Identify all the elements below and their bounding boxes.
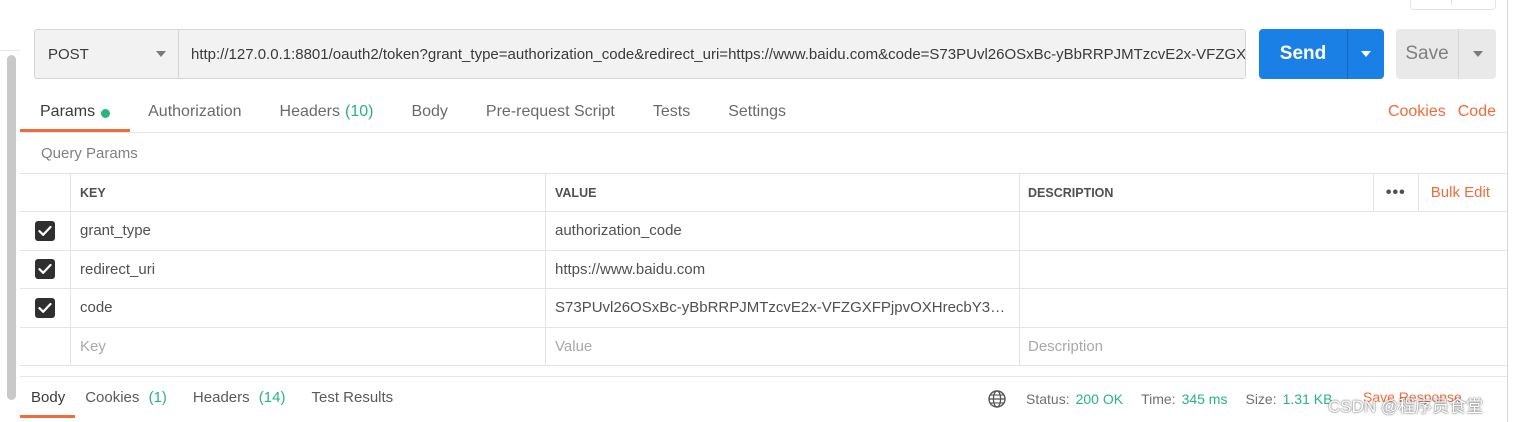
column-header-description: DESCRIPTION ••• Bulk Edit [1020,174,1507,211]
method-select[interactable]: POST [35,30,179,78]
param-value-text: authorization_code [555,222,682,240]
table-row-empty: Key Value Description [20,327,1507,366]
param-key-cell[interactable]: code [71,289,546,327]
tab-count: (14) [258,389,286,406]
new-key-input[interactable]: Key [71,327,546,365]
query-params-table: KEY VALUE DESCRIPTION ••• Bulk Edit gran… [20,173,1507,366]
header-check-cell [20,174,71,211]
method-label: POST [48,45,89,63]
tab-settings[interactable]: Settings [728,96,786,132]
param-value-text: https://www.baidu.com [555,260,706,278]
tab-count: (10) [345,103,374,120]
response-divider [20,376,1507,377]
globe-icon[interactable] [987,389,1007,409]
tab-tests[interactable]: Tests [653,96,690,132]
response-tab-test-results[interactable]: Test Results [311,382,393,418]
tab-label: Params [40,103,96,120]
query-params-title: Query Params [41,145,138,162]
status-value[interactable]: 200 OK [1076,391,1123,407]
row-check-cell [20,289,71,327]
table-row: redirect_uri https://www.baidu.com [20,250,1507,289]
vertical-scrollbar[interactable] [7,55,16,400]
response-tab-headers[interactable]: Headers (14) [193,382,286,418]
time-value[interactable]: 345 ms [1182,391,1228,407]
param-key-cell[interactable]: redirect_uri [71,250,546,288]
column-header-key: KEY [71,174,546,211]
response-tab-body[interactable]: Body [20,382,76,418]
save-button-group: Save [1396,29,1496,79]
save-dropdown-button[interactable] [1458,29,1496,79]
column-header-value: VALUE [546,174,1020,211]
row-check-cell [20,327,71,365]
params-active-dot [101,109,111,118]
checkmark-icon [38,302,52,313]
new-description-input[interactable]: Description [1020,328,1507,366]
param-description-cell[interactable] [1020,289,1507,327]
tab-headers[interactable]: Headers (10) [280,96,374,132]
param-value-text: S73PUvl26OSxBc-yBbRRPJMTzcvE2x-VFZGXFPjp… [555,299,1019,317]
header-tools: ••• Bulk Edit [1372,174,1507,211]
bulk-edit-link[interactable]: Bulk Edit [1419,184,1507,201]
checkmark-icon [38,264,52,275]
response-status-bar: Status: 200 OK Time: 345 ms Size: 1.31 K… [987,389,1350,409]
row-check-cell [20,212,71,250]
response-tabs: Body Cookies (1) Headers (14) Test Resul… [20,382,419,418]
tab-pre-request-script[interactable]: Pre-request Script [486,96,615,132]
row-checkbox[interactable] [35,259,55,280]
param-value-cell[interactable]: https://www.baidu.com [546,250,1020,288]
send-dropdown-button[interactable] [1347,29,1384,79]
request-tabs: Params Authorization Headers (10) Body P… [20,96,824,132]
send-button[interactable]: Send [1259,29,1347,79]
row-checkbox[interactable] [35,297,55,318]
size-value[interactable]: 1.31 KB [1283,391,1333,407]
watermark: CSDN @程序员食堂 [1328,397,1484,416]
top-toolbar-fragment [1410,0,1496,10]
tab-label: Authorization [148,103,242,120]
tab-label: Settings [728,103,787,120]
more-options-icon[interactable]: ••• [1372,174,1419,211]
new-value-input[interactable]: Value [546,327,1020,365]
row-checkbox[interactable] [35,220,55,241]
tab-label: Body [411,103,448,120]
tab-body[interactable]: Body [411,96,447,132]
tab-links: Cookies Code [1388,103,1496,121]
chevron-down-icon [1361,51,1371,57]
tab-label: Pre-request Script [485,103,615,120]
size-label: Size: [1245,391,1277,407]
tab-params[interactable]: Params [20,96,131,132]
url-input[interactable]: http://127.0.0.1:8801/oauth2/token?grant… [179,30,1245,78]
status-label: Status: [1026,391,1070,407]
cookies-link[interactable]: Cookies [1388,103,1446,121]
tab-label: Body [31,389,66,406]
right-border [1507,0,1508,422]
param-key-cell[interactable]: grant_type [71,212,546,250]
chevron-down-icon [1472,51,1483,57]
param-description-cell[interactable] [1020,212,1507,250]
divider [20,132,1507,133]
time-label: Time: [1141,391,1176,407]
param-value-cell[interactable]: authorization_code [546,212,1020,250]
chevron-down-icon [156,51,166,57]
tab-authorization[interactable]: Authorization [148,96,241,132]
row-check-cell [20,250,71,288]
tab-label: Headers [279,103,340,120]
tab-label: Tests [652,103,691,120]
tab-count: (1) [148,389,167,406]
column-header-description-label: DESCRIPTION [1028,185,1114,200]
save-button[interactable]: Save [1396,29,1458,79]
checkmark-icon [38,225,52,236]
table-row: grant_type authorization_code [20,212,1507,251]
table-header-row: KEY VALUE DESCRIPTION ••• Bulk Edit [20,174,1507,212]
left-divider [0,50,20,51]
tab-label: Test Results [311,389,394,406]
send-button-group: Send [1259,29,1384,79]
request-bar: POST http://127.0.0.1:8801/oauth2/token?… [34,29,1246,79]
tab-label: Cookies [85,389,140,406]
param-description-cell[interactable] [1020,251,1507,289]
table-row: code S73PUvl26OSxBc-yBbRRPJMTzcvE2x-VFZG… [20,289,1507,328]
response-tab-cookies[interactable]: Cookies (1) [85,382,167,418]
code-link[interactable]: Code [1458,103,1496,121]
tab-label: Headers [192,389,250,406]
param-value-cell[interactable]: S73PUvl26OSxBc-yBbRRPJMTzcvE2x-VFZGXFPjp… [546,289,1020,327]
